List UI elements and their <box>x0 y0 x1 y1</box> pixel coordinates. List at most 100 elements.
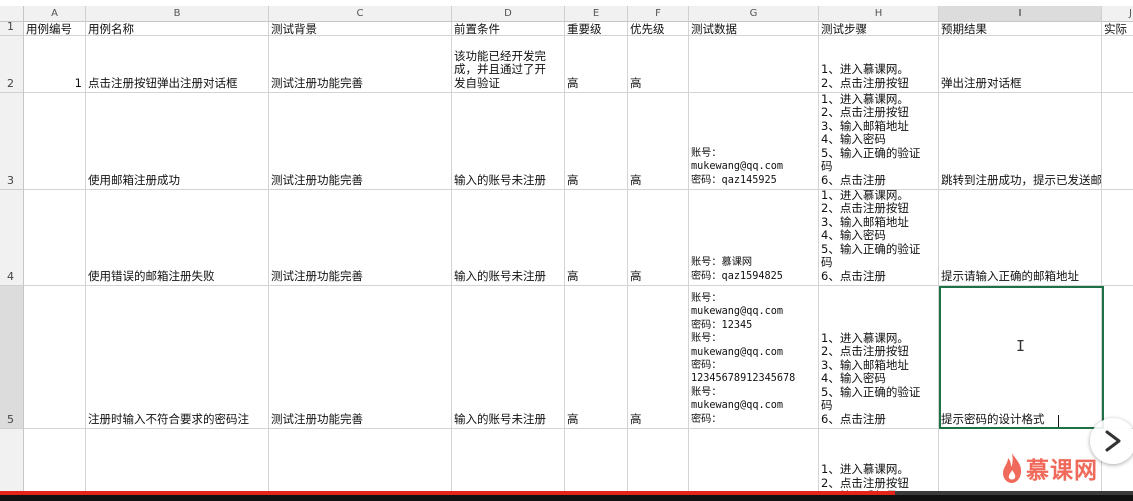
row-header[interactable]: 4 <box>0 190 24 286</box>
cell-value: 测试注册功能完善 <box>271 75 363 90</box>
header-label: 测试数据 <box>691 22 737 36</box>
cell-c2[interactable]: 测试注册功能完善 <box>269 36 452 93</box>
cell-f3[interactable]: 高 <box>628 93 689 190</box>
cell-b2[interactable]: 点击注册按钮弹出注册对话框 <box>86 36 269 93</box>
cell-i4[interactable]: 提示请输入正确的邮箱地址 <box>939 190 1102 286</box>
cell-value: 1 <box>74 75 82 90</box>
cell-d5[interactable]: 输入的账号未注册 <box>452 286 565 429</box>
header-cell-g[interactable]: 测试数据 <box>689 22 819 36</box>
cell-b5[interactable]: 注册时输入不符合要求的密码注 <box>86 286 269 429</box>
cell-j3[interactable] <box>1102 93 1133 190</box>
header-cell-c[interactable]: 测试背景 <box>269 22 452 36</box>
cell-g3[interactable]: 账号： mukewang@qq.com 密码：qaz145925 <box>689 93 819 190</box>
cell-value: 账号： mukewang@qq.com 密码：qaz145925 <box>691 147 784 186</box>
row-number: 3 <box>7 174 14 187</box>
cell-a2[interactable]: 1 <box>24 36 86 93</box>
cell-value: 使用邮箱注册成功 <box>88 172 180 187</box>
spreadsheet[interactable]: A B C D E F G H I J 1 2 3 4 5 用例编号 用例名称 测试背景 前置条件 重要级 优先级 测试数… <box>0 0 1133 501</box>
column-header-i[interactable]: I <box>939 6 1102 22</box>
column-header-j[interactable]: J <box>1102 6 1133 22</box>
cell-value: 高 <box>567 75 579 90</box>
cell-value: 1、进入慕课网。 2、点击注册按钮 3、输入邮箱地址 4、输入密码 5、输入正确… <box>821 93 921 187</box>
text-cursor-icon: I <box>1016 337 1026 355</box>
cell-value: 测试注册功能完善 <box>271 268 363 283</box>
column-header-d[interactable]: D <box>452 6 565 22</box>
column-header-e[interactable]: E <box>565 6 628 22</box>
cell-b3[interactable]: 使用邮箱注册成功 <box>86 93 269 190</box>
header-cell-f[interactable]: 优先级 <box>628 22 689 36</box>
cell-value: 使用错误的邮箱注册失败 <box>88 268 215 283</box>
column-header-c[interactable]: C <box>269 6 452 22</box>
cell-i3[interactable]: 跳转到注册成功，提示已发送邮 <box>939 93 1102 190</box>
cell-value: 高 <box>630 268 642 283</box>
cell-value: 输入的账号未注册 <box>454 268 546 283</box>
cell-j4[interactable] <box>1102 190 1133 286</box>
header-cell-d[interactable]: 前置条件 <box>452 22 565 36</box>
header-cell-j[interactable]: 实际 <box>1102 22 1133 36</box>
header-label: 用例名称 <box>88 22 134 36</box>
column-header-b[interactable]: B <box>86 6 269 22</box>
header-cell-a[interactable]: 用例编号 <box>24 22 86 36</box>
cell-d4[interactable]: 输入的账号未注册 <box>452 190 565 286</box>
row-number: 1 <box>7 20 14 33</box>
cell-value: 输入的账号未注册 <box>454 411 546 426</box>
cell-i2[interactable]: 弹出注册对话框 <box>939 36 1102 93</box>
cell-h4[interactable]: 1、进入慕课网。 2、点击注册按钮 3、输入邮箱地址 4、输入密码 5、输入正确… <box>819 190 939 286</box>
row-header[interactable]: 5 <box>0 286 24 429</box>
header-label: 优先级 <box>630 22 665 36</box>
cell-g4[interactable]: 账号：慕课网 密码：qaz1594825 <box>689 190 819 286</box>
cell-c5[interactable]: 测试注册功能完善 <box>269 286 452 429</box>
cell-value: 测试注册功能完善 <box>271 172 363 187</box>
column-header-h[interactable]: H <box>819 6 939 22</box>
row-header[interactable]: 1 <box>0 20 24 36</box>
cell-h5[interactable]: 1、进入慕课网。 2、点击注册按钮 3、输入邮箱地址 4、输入密码 5、输入正确… <box>819 286 939 429</box>
cell-value: 点击注册按钮弹出注册对话框 <box>88 75 238 90</box>
column-header-a[interactable]: A <box>24 6 86 22</box>
row-header[interactable]: 3 <box>0 93 24 190</box>
cell-f5[interactable]: 高 <box>628 286 689 429</box>
column-header-f[interactable]: F <box>628 6 689 22</box>
cell-value: 该功能已经开发完 成，并且通过了开 发自验证 <box>454 48 546 90</box>
cell-h3[interactable]: 1、进入慕课网。 2、点击注册按钮 3、输入邮箱地址 4、输入密码 5、输入正确… <box>819 93 939 190</box>
cell-value: 1、进入慕课网。 2、点击注册按钮 3、输入邮箱地址 4、输入密码 5、输入正确… <box>821 190 921 283</box>
cell-value: 弹出注册对话框 <box>941 75 1022 90</box>
cell-h2[interactable]: 1、进入慕课网。 2、点击注册按钮 <box>819 36 939 93</box>
cell-d2[interactable]: 该功能已经开发完 成，并且通过了开 发自验证 <box>452 36 565 93</box>
cell-e4[interactable]: 高 <box>565 190 628 286</box>
cell-a4[interactable] <box>24 190 86 286</box>
header-label: 测试步骤 <box>821 22 867 36</box>
header-cell-i[interactable]: 预期结果 <box>939 22 1102 36</box>
column-header-g[interactable]: G <box>689 6 819 22</box>
cell-e5[interactable]: 高 <box>565 286 628 429</box>
cell-value: 提示请输入正确的邮箱地址 <box>941 268 1079 283</box>
header-cell-h[interactable]: 测试步骤 <box>819 22 939 36</box>
header-label: 预期结果 <box>941 22 987 36</box>
cell-j2[interactable] <box>1102 36 1133 93</box>
cell-a5[interactable] <box>24 286 86 429</box>
cell-value: 输入的账号未注册 <box>454 172 546 187</box>
row-number: 5 <box>7 413 14 426</box>
cell-a3[interactable] <box>24 93 86 190</box>
header-label: 重要级 <box>567 22 602 36</box>
cell-f4[interactable]: 高 <box>628 190 689 286</box>
cell-i5[interactable]: 提示密码的设计格式 <box>939 286 1102 429</box>
cell-d3[interactable]: 输入的账号未注册 <box>452 93 565 190</box>
cell-j5[interactable] <box>1102 286 1133 429</box>
cell-value: 高 <box>630 411 642 426</box>
logo-text: 慕课网 <box>1026 458 1098 484</box>
cell-g5[interactable]: 账号： mukewang@qq.com 密码：12345 账号： mukewan… <box>689 286 819 429</box>
text-caret <box>1058 415 1059 427</box>
header-label: 前置条件 <box>454 22 500 36</box>
cell-f2[interactable]: 高 <box>628 36 689 93</box>
cell-c3[interactable]: 测试注册功能完善 <box>269 93 452 190</box>
cell-value: 1、进入慕课网。 2、点击注册按钮 3、输入邮箱地址 4、输入密码 5、输入正确… <box>821 330 921 426</box>
cell-e2[interactable]: 高 <box>565 36 628 93</box>
cell-c4[interactable]: 测试注册功能完善 <box>269 190 452 286</box>
cell-b4[interactable]: 使用错误的邮箱注册失败 <box>86 190 269 286</box>
header-cell-e[interactable]: 重要级 <box>565 22 628 36</box>
cell-g2[interactable] <box>689 36 819 93</box>
row-header[interactable]: 2 <box>0 36 24 93</box>
cell-value: 注册时输入不符合要求的密码注 <box>88 411 249 426</box>
cell-e3[interactable]: 高 <box>565 93 628 190</box>
header-cell-b[interactable]: 用例名称 <box>86 22 269 36</box>
